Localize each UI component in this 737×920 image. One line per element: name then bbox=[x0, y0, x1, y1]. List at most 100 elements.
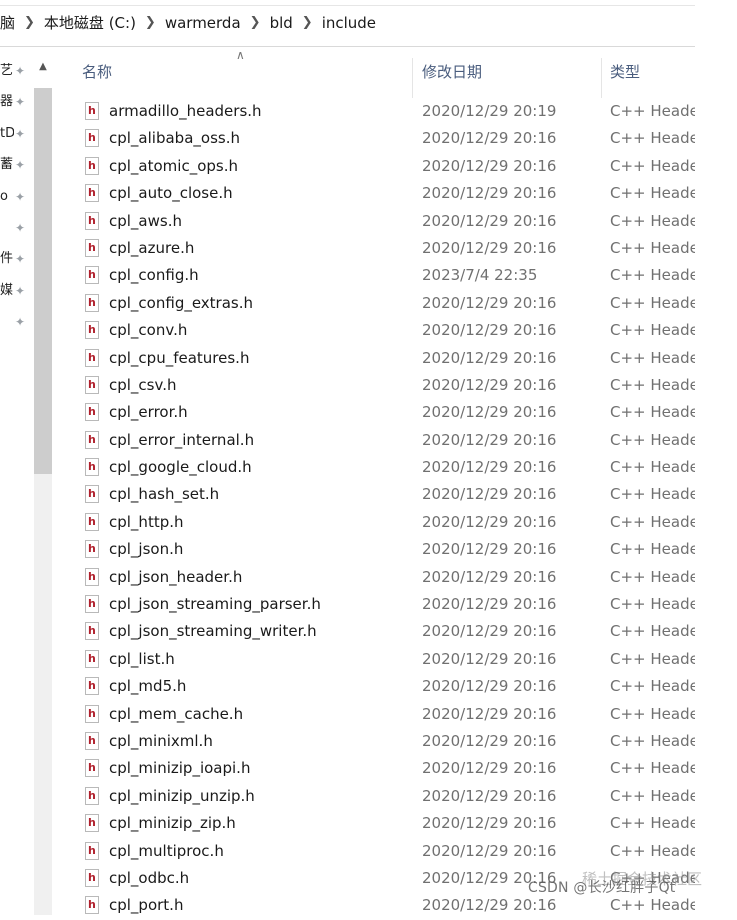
file-name[interactable]: cpl_multiproc.h bbox=[109, 838, 224, 865]
file-row[interactable]: cpl_minizip_ioapi.h2020/12/29 20:16C++ H… bbox=[58, 754, 737, 782]
file-name[interactable]: cpl_alibaba_oss.h bbox=[109, 125, 240, 152]
file-name[interactable]: cpl_conv.h bbox=[109, 317, 187, 344]
column-divider[interactable] bbox=[412, 58, 413, 98]
file-row[interactable]: cpl_http.h2020/12/29 20:16C++ Header bbox=[58, 508, 737, 536]
pin-icon[interactable]: ✦ bbox=[15, 121, 25, 147]
file-date-modified: 2020/12/29 20:16 bbox=[422, 567, 557, 586]
column-header-name[interactable]: 名称 bbox=[82, 60, 112, 84]
nav-quick-access-item[interactable]: 媒 ✦ bbox=[0, 278, 32, 304]
file-name[interactable]: cpl_error_internal.h bbox=[109, 427, 254, 454]
file-name[interactable]: cpl_minizip_unzip.h bbox=[109, 783, 255, 810]
column-header-date-modified[interactable]: 修改日期 bbox=[422, 60, 482, 84]
breadcrumb-chevron-icon[interactable]: ❯ bbox=[142, 0, 159, 46]
file-row[interactable]: cpl_config.h2023/7/4 22:35C++ Header bbox=[58, 261, 737, 289]
column-header-type[interactable]: 类型 bbox=[610, 60, 640, 84]
file-row[interactable]: cpl_error_internal.h2020/12/29 20:16C++ … bbox=[58, 426, 737, 454]
nav-quick-access-item[interactable]: ✦ bbox=[0, 215, 32, 241]
file-name[interactable]: armadillo_headers.h bbox=[109, 98, 262, 125]
file-date-modified: 2020/12/29 20:16 bbox=[422, 485, 557, 504]
file-name[interactable]: cpl_minizip_zip.h bbox=[109, 810, 236, 837]
breadcrumb-chevron-icon[interactable]: ❯ bbox=[299, 0, 316, 46]
file-row[interactable]: cpl_json_streaming_parser.h 2020/12/29 20… bbox=[58, 590, 737, 618]
nav-quick-access-item[interactable]: tD ✦ bbox=[0, 121, 32, 147]
file-row[interactable]: armadillo_headers.h2020/12/29 20:19C++ H… bbox=[58, 97, 737, 125]
pin-icon[interactable]: ✦ bbox=[15, 246, 25, 272]
cpp-header-file-icon bbox=[85, 508, 99, 535]
file-name[interactable]: cpl_odbc.h bbox=[109, 865, 189, 892]
nav-scrollbar-thumb[interactable] bbox=[34, 88, 52, 474]
file-row[interactable]: cpl_multiproc.h2020/12/29 20:16C++ Heade… bbox=[58, 837, 737, 865]
breadcrumb-item-warmerda[interactable]: warmerda bbox=[159, 0, 247, 46]
file-name[interactable]: cpl_cpu_features.h bbox=[109, 345, 249, 372]
breadcrumb-item-local-disk[interactable]: 本地磁盘 (C:) bbox=[38, 0, 142, 46]
file-row[interactable]: cpl_google_cloud.h2020/12/29 20:16C++ He… bbox=[58, 453, 737, 481]
file-row[interactable]: cpl_csv.h2020/12/29 20:16C++ Header bbox=[58, 371, 737, 399]
file-row[interactable]: cpl_alibaba_oss.h2020/12/29 20:16C++ Hea… bbox=[58, 124, 737, 152]
sort-ascending-icon: ∧ bbox=[236, 48, 245, 62]
file-row[interactable]: cpl_cpu_features.h2020/12/29 20:16C++ He… bbox=[58, 344, 737, 372]
cpp-header-file-icon bbox=[85, 426, 99, 453]
file-row[interactable]: cpl_conv.h2020/12/29 20:16C++ Header bbox=[58, 316, 737, 344]
file-name[interactable]: cpl_json_streaming_writer.h bbox=[109, 618, 317, 645]
file-row[interactable]: cpl_atomic_ops.h2020/12/29 20:16C++ Head… bbox=[58, 152, 737, 180]
file-row[interactable]: cpl_md5.h2020/12/29 20:16C++ Header bbox=[58, 672, 737, 700]
file-name[interactable]: cpl_json_header.h bbox=[109, 564, 242, 591]
file-name[interactable]: cpl_aws.h bbox=[109, 208, 182, 235]
scroll-up-arrow-icon[interactable]: ▲ bbox=[35, 60, 51, 74]
file-name[interactable]: cpl_atomic_ops.h bbox=[109, 153, 238, 180]
file-name[interactable]: cpl_auto_close.h bbox=[109, 180, 233, 207]
file-row[interactable]: cpl_hash_set.h2020/12/29 20:16C++ Header bbox=[58, 480, 737, 508]
file-name[interactable]: cpl_mem_cache.h bbox=[109, 701, 243, 728]
pin-icon[interactable]: ✦ bbox=[15, 58, 25, 84]
file-row[interactable]: cpl_minizip_zip.h2020/12/29 20:16C++ Hea… bbox=[58, 809, 737, 837]
file-row[interactable]: cpl_minizip_unzip.h2020/12/29 20:16C++ H… bbox=[58, 782, 737, 810]
file-name[interactable]: cpl_hash_set.h bbox=[109, 481, 219, 508]
file-name[interactable]: cpl_google_cloud.h bbox=[109, 454, 252, 481]
column-divider[interactable] bbox=[601, 58, 602, 98]
nav-quick-access-item[interactable]: o ✦ bbox=[0, 184, 32, 210]
file-name[interactable]: cpl_minizip_ioapi.h bbox=[109, 755, 250, 782]
nav-quick-access-item[interactable]: ✦ bbox=[0, 309, 32, 335]
file-row[interactable]: cpl_json_header.h2020/12/29 20:16C++ Hea… bbox=[58, 563, 737, 591]
address-bar[interactable]: 脑 ❯ 本地磁盘 (C:) ❯ warmerda ❯ bld ❯ include bbox=[0, 0, 695, 47]
pin-icon[interactable]: ✦ bbox=[15, 89, 25, 115]
file-name[interactable]: cpl_azure.h bbox=[109, 235, 194, 262]
pin-icon[interactable]: ✦ bbox=[15, 278, 25, 304]
file-row[interactable]: cpl_aws.h2020/12/29 20:16C++ Header bbox=[58, 207, 737, 235]
file-name[interactable]: cpl_http.h bbox=[109, 509, 184, 536]
nav-quick-access-item[interactable]: 蓄 ✦ bbox=[0, 152, 32, 178]
pin-icon[interactable]: ✦ bbox=[15, 152, 25, 178]
nav-quick-access-item[interactable]: 艺 ✦ bbox=[0, 58, 32, 84]
breadcrumb-chevron-icon[interactable]: ❯ bbox=[247, 0, 264, 46]
file-name[interactable]: cpl_md5.h bbox=[109, 673, 186, 700]
file-row[interactable]: cpl_json_streaming_writer.h 2020/12/29 20… bbox=[58, 617, 737, 645]
breadcrumb-item-include[interactable]: include bbox=[316, 0, 382, 46]
file-row[interactable]: cpl_config_extras.h2020/12/29 20:16C++ H… bbox=[58, 289, 737, 317]
pin-icon[interactable]: ✦ bbox=[15, 309, 25, 335]
file-name[interactable]: cpl_port.h bbox=[109, 892, 183, 919]
file-row[interactable]: cpl_minixml.h2020/12/29 20:16C++ Header bbox=[58, 727, 737, 755]
breadcrumb-item-bld[interactable]: bld bbox=[264, 0, 299, 46]
file-row[interactable]: cpl_json.h2020/12/29 20:16C++ Header bbox=[58, 535, 737, 563]
file-row[interactable]: cpl_azure.h2020/12/29 20:16C++ Header bbox=[58, 234, 737, 262]
pin-icon[interactable]: ✦ bbox=[15, 184, 25, 210]
cpp-header-file-icon bbox=[85, 891, 99, 918]
file-date-modified: 2020/12/29 20:16 bbox=[422, 622, 557, 641]
file-name[interactable]: cpl_error.h bbox=[109, 399, 188, 426]
file-name[interactable]: cpl_minixml.h bbox=[109, 728, 213, 755]
nav-quick-access-item[interactable]: 件 ✦ bbox=[0, 246, 32, 272]
file-name[interactable]: cpl_csv.h bbox=[109, 372, 177, 399]
file-name[interactable]: cpl_json.h bbox=[109, 536, 183, 563]
file-row[interactable]: cpl_error.h2020/12/29 20:16C++ Header bbox=[58, 398, 737, 426]
breadcrumb-item-computer[interactable]: 脑 bbox=[0, 0, 21, 46]
pin-icon[interactable]: ✦ bbox=[15, 215, 25, 241]
file-name[interactable]: cpl_config.h bbox=[109, 262, 199, 289]
file-name[interactable]: cpl_config_extras.h bbox=[109, 290, 253, 317]
file-name[interactable]: cpl_list.h bbox=[109, 646, 175, 673]
file-row[interactable]: cpl_list.h2020/12/29 20:16C++ Header bbox=[58, 645, 737, 673]
file-row[interactable]: cpl_mem_cache.h2020/12/29 20:16C++ Heade… bbox=[58, 700, 737, 728]
breadcrumb-chevron-icon[interactable]: ❯ bbox=[21, 0, 38, 46]
nav-quick-access-item[interactable]: 器 ✦ bbox=[0, 89, 32, 115]
file-name[interactable]: cpl_json_streaming_parser.h bbox=[109, 591, 321, 618]
file-row[interactable]: cpl_auto_close.h2020/12/29 20:16C++ Head… bbox=[58, 179, 737, 207]
